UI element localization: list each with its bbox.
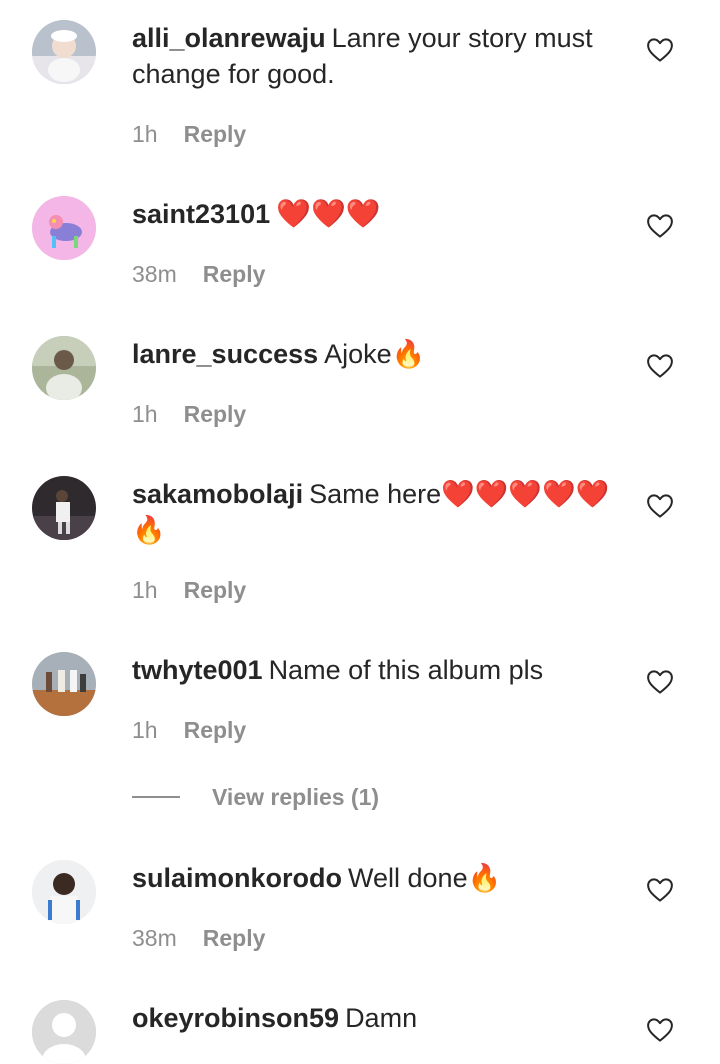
comment-time[interactable]: 1h [132, 717, 158, 743]
like-button[interactable] [645, 491, 675, 521]
reply-button[interactable]: Reply [203, 925, 266, 951]
comment-time[interactable]: 1h [132, 121, 158, 147]
heart-outline-icon [647, 214, 673, 238]
avatar[interactable] [32, 652, 96, 716]
comment-username[interactable]: saint23101 [132, 199, 270, 229]
like-button[interactable] [645, 875, 675, 905]
like-button[interactable] [645, 667, 675, 697]
comment-meta: 38m Reply [132, 260, 265, 288]
like-button[interactable] [645, 211, 675, 241]
avatar[interactable] [32, 196, 96, 260]
comment-time[interactable]: 38m [132, 261, 177, 287]
comment-username[interactable]: lanre_success [132, 339, 318, 369]
comment-meta: 1h Reply [132, 716, 246, 744]
comment-body: Damn [345, 1003, 418, 1033]
heart-outline-icon [647, 670, 673, 694]
comment-body: Ajoke🔥 [324, 339, 426, 369]
comment-text: sakamobolaji Same here❤️❤️❤️❤️❤️🔥 [132, 476, 612, 548]
heart-outline-icon [647, 354, 673, 378]
reply-button[interactable]: Reply [184, 577, 247, 603]
comment-text: okeyrobinson59 Damn [132, 1000, 612, 1036]
comment-username[interactable]: okeyrobinson59 [132, 1003, 339, 1033]
avatar[interactable] [32, 336, 96, 400]
view-replies-button[interactable]: View replies (1) [132, 782, 432, 812]
comment-meta: 38m Reply [132, 924, 265, 952]
comment-meta: 1h Reply [132, 400, 246, 428]
heart-outline-icon [647, 878, 673, 902]
comment-text: twhyte001 Name of this album pls [132, 652, 612, 688]
comment-username[interactable]: sakamobolaji [132, 479, 303, 509]
heart-outline-icon [647, 38, 673, 62]
reply-button[interactable]: Reply [184, 717, 247, 743]
comment-body: Well done🔥 [348, 863, 502, 893]
comment-body: Name of this album pls [268, 655, 544, 685]
comment-text: alli_olanrewaju Lanre your story must cha… [132, 20, 612, 92]
comment-text: lanre_success Ajoke🔥 [132, 336, 612, 372]
comment-meta: 1h Reply [132, 120, 246, 148]
reply-button[interactable]: Reply [203, 261, 266, 287]
heart-outline-icon [647, 1018, 673, 1042]
comment-username[interactable]: twhyte001 [132, 655, 263, 685]
comment-time[interactable]: 1h [132, 401, 158, 427]
like-button[interactable] [645, 35, 675, 65]
comment-time[interactable]: 1h [132, 577, 158, 603]
view-replies-label: View replies (1) [212, 783, 380, 810]
like-button[interactable] [645, 351, 675, 381]
comment-username[interactable]: alli_olanrewaju [132, 23, 326, 53]
heart-outline-icon [647, 494, 673, 518]
reply-button[interactable]: Reply [184, 121, 247, 147]
avatar[interactable] [32, 476, 96, 540]
avatar[interactable] [32, 860, 96, 924]
comment-text: saint23101 ❤️❤️❤️ [132, 196, 612, 232]
view-replies-divider [132, 796, 180, 798]
avatar[interactable] [32, 1000, 96, 1064]
avatar[interactable] [32, 20, 96, 84]
reply-button[interactable]: Reply [184, 401, 247, 427]
comment-meta: 1h Reply [132, 576, 246, 604]
comment-body: ❤️❤️❤️ [276, 198, 381, 229]
comment-text: sulaimonkorodo Well done🔥 [132, 860, 612, 896]
like-button[interactable] [645, 1015, 675, 1045]
comment-time[interactable]: 38m [132, 925, 177, 951]
comment-username[interactable]: sulaimonkorodo [132, 863, 342, 893]
